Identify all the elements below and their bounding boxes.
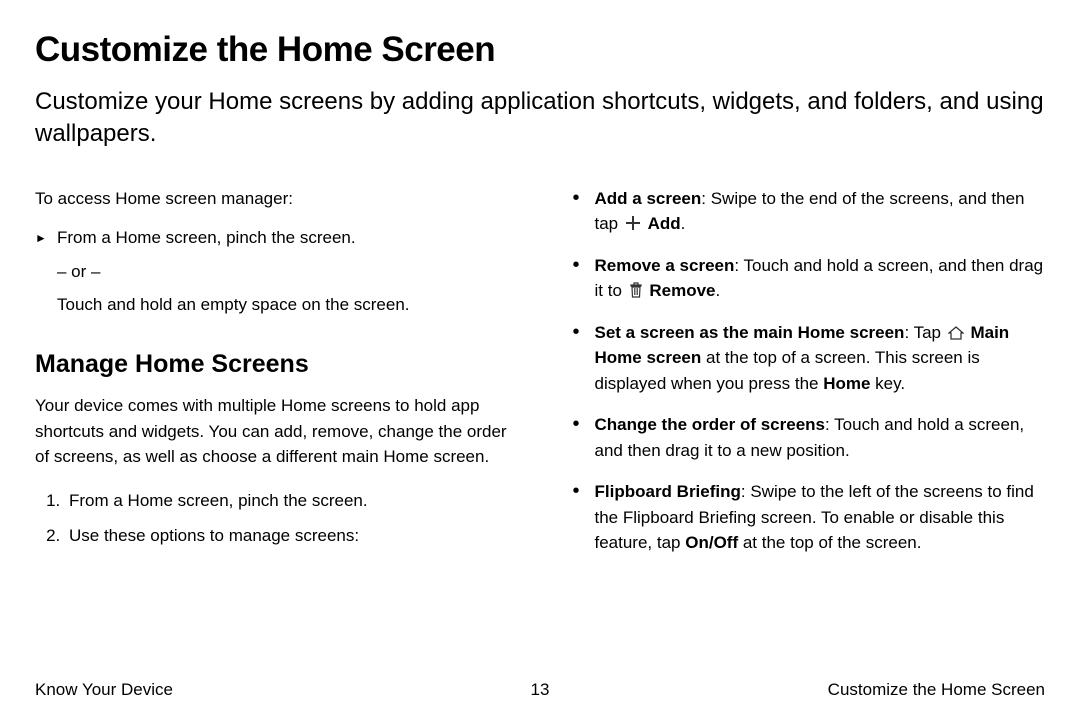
option-label: Flipboard Briefing [595,482,741,501]
onoff-label: On/Off [685,533,738,552]
option-label: Add a screen [595,189,702,208]
footer-left: Know Your Device [35,680,173,700]
section-heading-manage: Manage Home Screens [35,346,518,384]
option-change-order: Change the order of screens: Touch and h… [587,412,1046,463]
option-text-3: key. [870,374,905,393]
ordered-steps: From a Home screen, pinch the screen. Us… [55,488,518,549]
two-column-layout: To access Home screen manager: From a Ho… [35,186,1045,572]
icon-label: Remove [649,281,715,300]
option-add-screen: Add a screen: Swipe to the end of the sc… [587,186,1046,237]
option-label: Change the order of screens [595,415,826,434]
access-text: To access Home screen manager: [35,186,518,212]
option-main-home: Set a screen as the main Home screen: Ta… [587,320,1046,397]
left-column: To access Home screen manager: From a Ho… [35,186,518,572]
manage-intro-text: Your device comes with multiple Home scr… [35,393,518,470]
or-separator: – or – [35,259,518,285]
ordered-step-2: Use these options to manage screens: [65,523,518,549]
option-label: Set a screen as the main Home screen [595,323,905,342]
plus-icon [625,215,641,231]
option-flipboard: Flipboard Briefing: Swipe to the left of… [587,479,1046,556]
options-list: Add a screen: Swipe to the end of the sc… [563,186,1046,556]
intro-paragraph: Customize your Home screens by adding ap… [35,86,1045,151]
option-text: : Tap [904,323,945,342]
footer-right: Customize the Home Screen [828,680,1045,700]
right-column: Add a screen: Swipe to the end of the sc… [563,186,1046,572]
trash-icon [629,282,643,298]
option-remove-screen: Remove a screen: Touch and hold a screen… [587,253,1046,304]
option-text-2: at the top of the screen. [738,533,921,552]
access-step-2: Touch and hold an empty space on the scr… [35,292,518,318]
option-label: Remove a screen [595,256,735,275]
home-key-label: Home [823,374,870,393]
icon-label: Add [648,214,681,233]
page-title: Customize the Home Screen [35,30,1045,70]
access-step-1: From a Home screen, pinch the screen. [35,225,518,251]
page-footer: Know Your Device 13 Customize the Home S… [35,680,1045,700]
ordered-step-1: From a Home screen, pinch the screen. [65,488,518,514]
footer-page-number: 13 [531,680,550,700]
home-icon [948,326,964,340]
